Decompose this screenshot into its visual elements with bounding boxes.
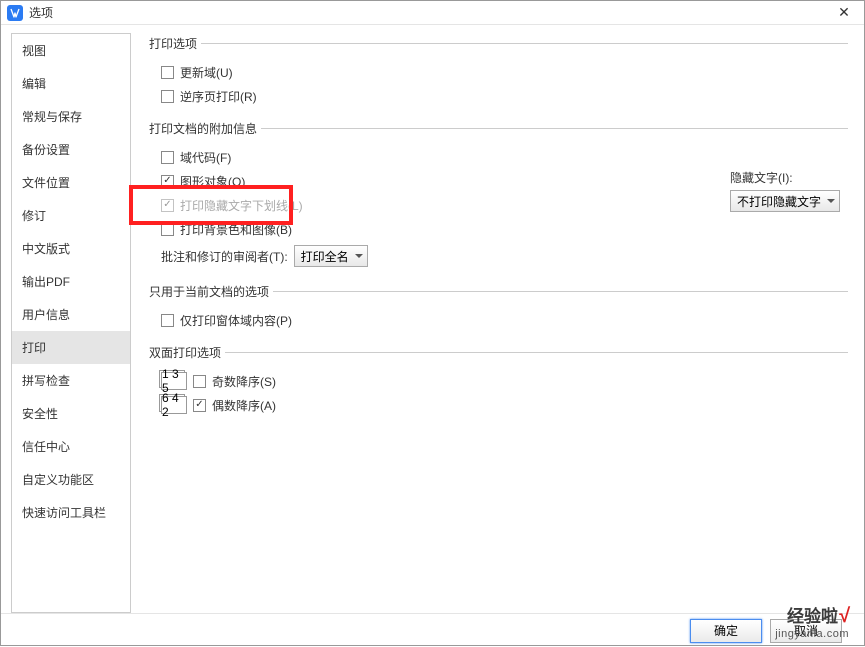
sidebar-item-trust-center[interactable]: 信任中心: [12, 430, 130, 463]
titlebar: 选项 ✕: [1, 1, 864, 25]
sidebar-item-quick-access[interactable]: 快速访问工具栏: [12, 496, 130, 529]
select-hidden-text[interactable]: 不打印隐藏文字: [730, 190, 840, 212]
label-even-desc: 偶数降序(A): [212, 397, 276, 414]
sidebar-item-view[interactable]: 视图: [12, 34, 130, 67]
window-title: 选项: [29, 4, 824, 21]
even-pages-icon: 6 4 2: [161, 396, 187, 414]
checkbox-even-desc[interactable]: [193, 399, 206, 412]
label-form-only: 仅打印窗体域内容(P): [180, 312, 292, 329]
group-current-doc: 只用于当前文档的选项 仅打印窗体域内容(P): [149, 283, 848, 336]
dialog-body: 视图 编辑 常规与保存 备份设置 文件位置 修订 中文版式 输出PDF 用户信息…: [1, 25, 864, 613]
legend-additional-info: 打印文档的附加信息: [149, 120, 261, 137]
checkbox-update-fields[interactable]: [161, 66, 174, 79]
select-reviewer[interactable]: 打印全名: [294, 245, 368, 267]
sidebar-item-output-pdf[interactable]: 输出PDF: [12, 265, 130, 298]
sidebar: 视图 编辑 常规与保存 备份设置 文件位置 修订 中文版式 输出PDF 用户信息…: [11, 33, 131, 613]
odd-pages-icon: 1 3 5: [161, 372, 187, 390]
label-odd-desc: 奇数降序(S): [212, 373, 276, 390]
content-panel: 打印选项 更新域(U) 逆序页打印(R) 打印文档的附加信息 域代码(F) 图形…: [131, 33, 858, 613]
sidebar-item-file-location[interactable]: 文件位置: [12, 166, 130, 199]
sidebar-item-backup[interactable]: 备份设置: [12, 133, 130, 166]
legend-current-doc: 只用于当前文档的选项: [149, 283, 273, 300]
checkbox-reverse-print[interactable]: [161, 90, 174, 103]
checkbox-hidden-underline: [161, 199, 174, 212]
group-print-options: 打印选项 更新域(U) 逆序页打印(R): [149, 35, 848, 112]
sidebar-item-custom-ribbon[interactable]: 自定义功能区: [12, 463, 130, 496]
cancel-button[interactable]: 取消: [770, 619, 842, 643]
sidebar-item-revisions[interactable]: 修订: [12, 199, 130, 232]
sidebar-item-spellcheck[interactable]: 拼写检查: [12, 364, 130, 397]
sidebar-item-user-info[interactable]: 用户信息: [12, 298, 130, 331]
close-button[interactable]: ✕: [824, 1, 864, 25]
checkbox-background[interactable]: [161, 223, 174, 236]
legend-duplex: 双面打印选项: [149, 344, 225, 361]
sidebar-item-security[interactable]: 安全性: [12, 397, 130, 430]
group-duplex: 双面打印选项 1 3 5 奇数降序(S) 6 4 2 偶数降序(A): [149, 344, 848, 421]
legend-print-options: 打印选项: [149, 35, 201, 52]
label-hidden-underline: 打印隐藏文字下划线(L): [180, 197, 303, 214]
label-reviewer: 批注和修订的审阅者(T):: [161, 248, 288, 265]
chevron-down-icon: [355, 254, 363, 258]
sidebar-item-general-save[interactable]: 常规与保存: [12, 100, 130, 133]
checkbox-form-only[interactable]: [161, 314, 174, 327]
sidebar-item-chinese-layout[interactable]: 中文版式: [12, 232, 130, 265]
chevron-down-icon: [827, 199, 835, 203]
app-icon: [7, 5, 23, 21]
label-update-fields: 更新域(U): [180, 64, 233, 81]
checkbox-odd-desc[interactable]: [193, 375, 206, 388]
label-field-codes: 域代码(F): [180, 149, 231, 166]
ok-button[interactable]: 确定: [690, 619, 762, 643]
label-reverse-print: 逆序页打印(R): [180, 88, 257, 105]
hidden-text-controls: 隐藏文字(I): 不打印隐藏文字: [730, 169, 840, 212]
sidebar-item-edit[interactable]: 编辑: [12, 67, 130, 100]
sidebar-item-print[interactable]: 打印: [12, 331, 130, 364]
label-graphics-objects: 图形对象(O): [180, 173, 245, 190]
checkbox-graphics-objects[interactable]: [161, 175, 174, 188]
checkbox-field-codes[interactable]: [161, 151, 174, 164]
label-background: 打印背景色和图像(B): [180, 221, 292, 238]
footer: 确定 取消: [1, 613, 864, 647]
label-hidden-text: 隐藏文字(I):: [730, 169, 840, 186]
